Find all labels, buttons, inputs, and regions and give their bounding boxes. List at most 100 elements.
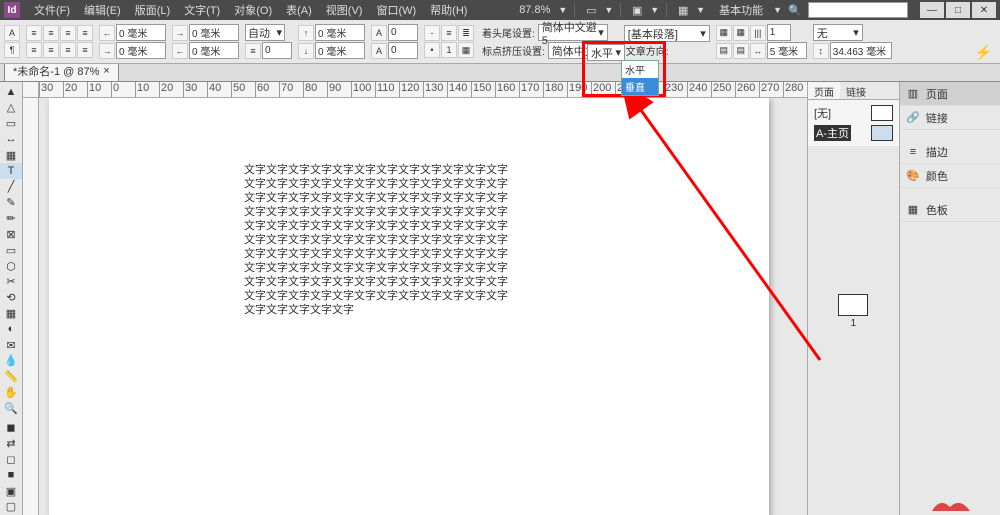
eyedropper-tool[interactable]: 💧 bbox=[0, 353, 22, 369]
screen-mode-icon[interactable]: ▣ bbox=[628, 2, 646, 18]
align-left-icon[interactable]: ≡ bbox=[26, 25, 42, 41]
story-direction-dropdown[interactable]: 水平▾ bbox=[587, 44, 625, 61]
workspace-switcher[interactable]: 基本功能 bbox=[713, 2, 769, 18]
page-tool[interactable]: ▭ bbox=[0, 116, 22, 132]
space-before-input[interactable] bbox=[315, 24, 365, 41]
direct-selection-tool[interactable]: △ bbox=[0, 100, 22, 116]
pasteboard[interactable]: 文字文字文字文字文字文字文字文字文字文字文字文字 文字文字文字文字文字文字文字文… bbox=[39, 98, 807, 515]
grid-align2-icon[interactable]: ▦ bbox=[733, 25, 749, 41]
indent-first-input[interactable] bbox=[116, 42, 166, 59]
align-toward-spine-icon[interactable]: ≡ bbox=[77, 42, 93, 58]
dropcap-lines-input[interactable] bbox=[388, 24, 418, 41]
content-collector-tool[interactable]: ▦ bbox=[0, 147, 22, 163]
menu-view[interactable]: 视图(V) bbox=[320, 0, 369, 20]
type-tool[interactable]: T bbox=[0, 163, 22, 179]
swap-fill-stroke-icon[interactable]: ⇄ bbox=[0, 436, 22, 452]
space-after-input[interactable] bbox=[315, 42, 365, 59]
hand-tool[interactable]: ✋ bbox=[0, 385, 22, 401]
master-a[interactable]: A-主页 bbox=[812, 124, 895, 142]
measure-tool[interactable]: 📏 bbox=[0, 369, 22, 385]
vert-align2-icon[interactable]: ▤ bbox=[733, 43, 749, 59]
height-input[interactable] bbox=[830, 42, 892, 59]
rectangle-tool[interactable]: ▭ bbox=[0, 242, 22, 258]
baseline-grid-icon[interactable]: ≣ bbox=[458, 25, 474, 41]
view-mode-icon[interactable]: ▭ bbox=[582, 2, 600, 18]
arrange-icon[interactable]: ▦ bbox=[674, 2, 692, 18]
direction-option-horizontal[interactable]: 水平 bbox=[622, 61, 658, 78]
gradient-feather-tool[interactable]: ◐ bbox=[0, 321, 22, 337]
note-tool[interactable]: ✉ bbox=[0, 337, 22, 353]
dock-stroke[interactable]: ≡描边 bbox=[900, 140, 1000, 164]
ruler-origin[interactable] bbox=[23, 82, 39, 98]
menu-table[interactable]: 表(A) bbox=[280, 0, 318, 20]
columns-input[interactable] bbox=[767, 24, 791, 41]
align-justify-icon[interactable]: ≡ bbox=[77, 25, 93, 41]
align-justify-right-icon[interactable]: ≡ bbox=[60, 42, 76, 58]
default-fill-stroke-icon[interactable]: ◻ bbox=[0, 452, 22, 468]
tab-links[interactable]: 链接 bbox=[840, 82, 872, 99]
shading-icon[interactable]: ▦ bbox=[458, 42, 474, 58]
close-button[interactable]: ✕ bbox=[972, 2, 996, 18]
align-center-icon[interactable]: ≡ bbox=[43, 25, 59, 41]
selection-tool[interactable]: ▲ bbox=[0, 84, 22, 100]
text-frame[interactable]: 文字文字文字文字文字文字文字文字文字文字文字文字 文字文字文字文字文字文字文字文… bbox=[244, 163, 534, 317]
dock-links[interactable]: 🔗链接 bbox=[900, 106, 1000, 130]
gap-tool[interactable]: ↔ bbox=[0, 131, 22, 147]
align-justify-left-icon[interactable]: ≡ bbox=[26, 42, 42, 58]
workspace-dropdown-icon[interactable]: ▼ bbox=[773, 5, 782, 15]
page[interactable]: 文字文字文字文字文字文字文字文字文字文字文字文字 文字文字文字文字文字文字文字文… bbox=[49, 98, 769, 515]
align-right-icon[interactable]: ≡ bbox=[60, 25, 76, 41]
bullets-icon[interactable]: • bbox=[424, 42, 440, 58]
dock-pages[interactable]: ▥页面 bbox=[900, 82, 1000, 106]
align-justify-center-icon[interactable]: ≡ bbox=[43, 42, 59, 58]
horizontal-ruler[interactable]: 3020100102030405060708090100110120130140… bbox=[39, 82, 807, 98]
kinsoku-dropdown[interactable]: 简体中文避5▾ bbox=[538, 24, 608, 41]
pencil-tool[interactable]: ✏ bbox=[0, 211, 22, 227]
menu-window[interactable]: 窗口(W) bbox=[370, 0, 422, 20]
maximize-button[interactable]: □ bbox=[946, 2, 970, 18]
auto-leading-dropdown[interactable]: 自动▾ bbox=[245, 24, 285, 41]
grid-align-icon[interactable]: ▦ bbox=[716, 25, 732, 41]
indent-left-input[interactable] bbox=[116, 24, 166, 41]
rectangle-frame-tool[interactable]: ⊠ bbox=[0, 226, 22, 242]
menu-file[interactable]: 文件(F) bbox=[28, 0, 76, 20]
zoom-dropdown-icon[interactable]: ▼ bbox=[558, 5, 567, 15]
master-none[interactable]: [无] bbox=[812, 104, 895, 122]
tab-pages[interactable]: 页面 bbox=[808, 82, 840, 99]
gutter-input[interactable] bbox=[767, 42, 807, 59]
dock-swatches[interactable]: ▦色板 bbox=[900, 198, 1000, 222]
lines-input[interactable] bbox=[262, 42, 292, 59]
indent-right-input[interactable] bbox=[189, 24, 239, 41]
direction-option-vertical[interactable]: 垂直 bbox=[622, 78, 658, 95]
indent-last-input[interactable] bbox=[189, 42, 239, 59]
menu-layout[interactable]: 版面(L) bbox=[129, 0, 176, 20]
quick-apply-icon[interactable]: ⚡ bbox=[975, 44, 992, 61]
minimize-button[interactable]: — bbox=[920, 2, 944, 18]
paragraph-style-dropdown[interactable]: [基本段落]▾ bbox=[624, 25, 710, 42]
line-tool[interactable]: ╱ bbox=[0, 179, 22, 195]
arrange-dropdown-icon[interactable]: ▼ bbox=[696, 5, 705, 15]
view-dropdown-icon[interactable]: ▼ bbox=[604, 5, 613, 15]
scissors-tool[interactable]: ✂ bbox=[0, 274, 22, 290]
polygon-tool[interactable]: ⬡ bbox=[0, 258, 22, 274]
gradient-swatch-tool[interactable]: ▦ bbox=[0, 306, 22, 322]
document-tab-close-icon[interactable]: × bbox=[103, 65, 109, 77]
menu-edit[interactable]: 编辑(E) bbox=[78, 0, 127, 20]
zoom-tool[interactable]: 🔍 bbox=[0, 401, 22, 417]
free-transform-tool[interactable]: ⟲ bbox=[0, 290, 22, 306]
menu-object[interactable]: 对象(O) bbox=[228, 0, 278, 20]
menu-type[interactable]: 文字(T) bbox=[178, 0, 226, 20]
numbering-icon[interactable]: 1 bbox=[441, 42, 457, 58]
pen-tool[interactable]: ✎ bbox=[0, 195, 22, 211]
vert-align-icon[interactable]: ▤ bbox=[716, 43, 732, 59]
para-mode-icon[interactable]: ¶ bbox=[4, 42, 20, 58]
zoom-level[interactable]: 87.8% bbox=[515, 4, 554, 16]
hyphenate-icon[interactable]: - bbox=[424, 25, 440, 41]
span-dropdown[interactable]: 无▾ bbox=[813, 24, 863, 41]
char-mode-icon[interactable]: A bbox=[4, 25, 20, 41]
vertical-ruler[interactable] bbox=[23, 98, 39, 515]
screen-mode-preview-icon[interactable]: ▢ bbox=[0, 499, 22, 515]
no-break-icon[interactable]: ≡ bbox=[441, 25, 457, 41]
menu-help[interactable]: 帮助(H) bbox=[424, 0, 473, 20]
search-input[interactable] bbox=[808, 2, 908, 18]
